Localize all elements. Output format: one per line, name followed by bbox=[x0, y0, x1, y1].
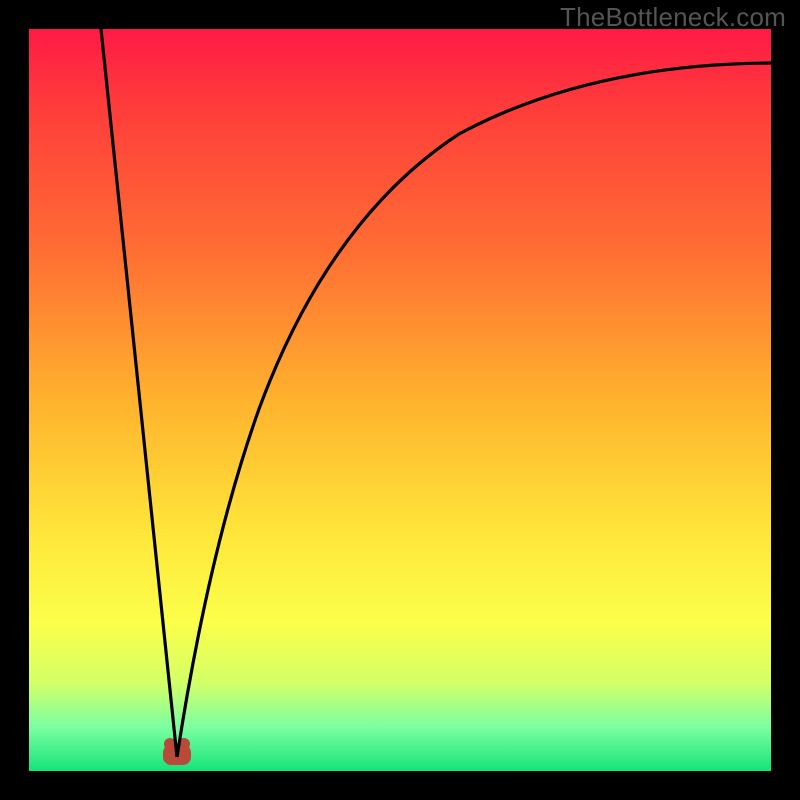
chart-frame: TheBottleneck.com bbox=[0, 0, 800, 800]
bottleneck-curve bbox=[29, 29, 771, 771]
curve-left-branch bbox=[101, 29, 177, 757]
plot-area bbox=[29, 29, 771, 771]
curve-right-branch bbox=[177, 63, 771, 757]
